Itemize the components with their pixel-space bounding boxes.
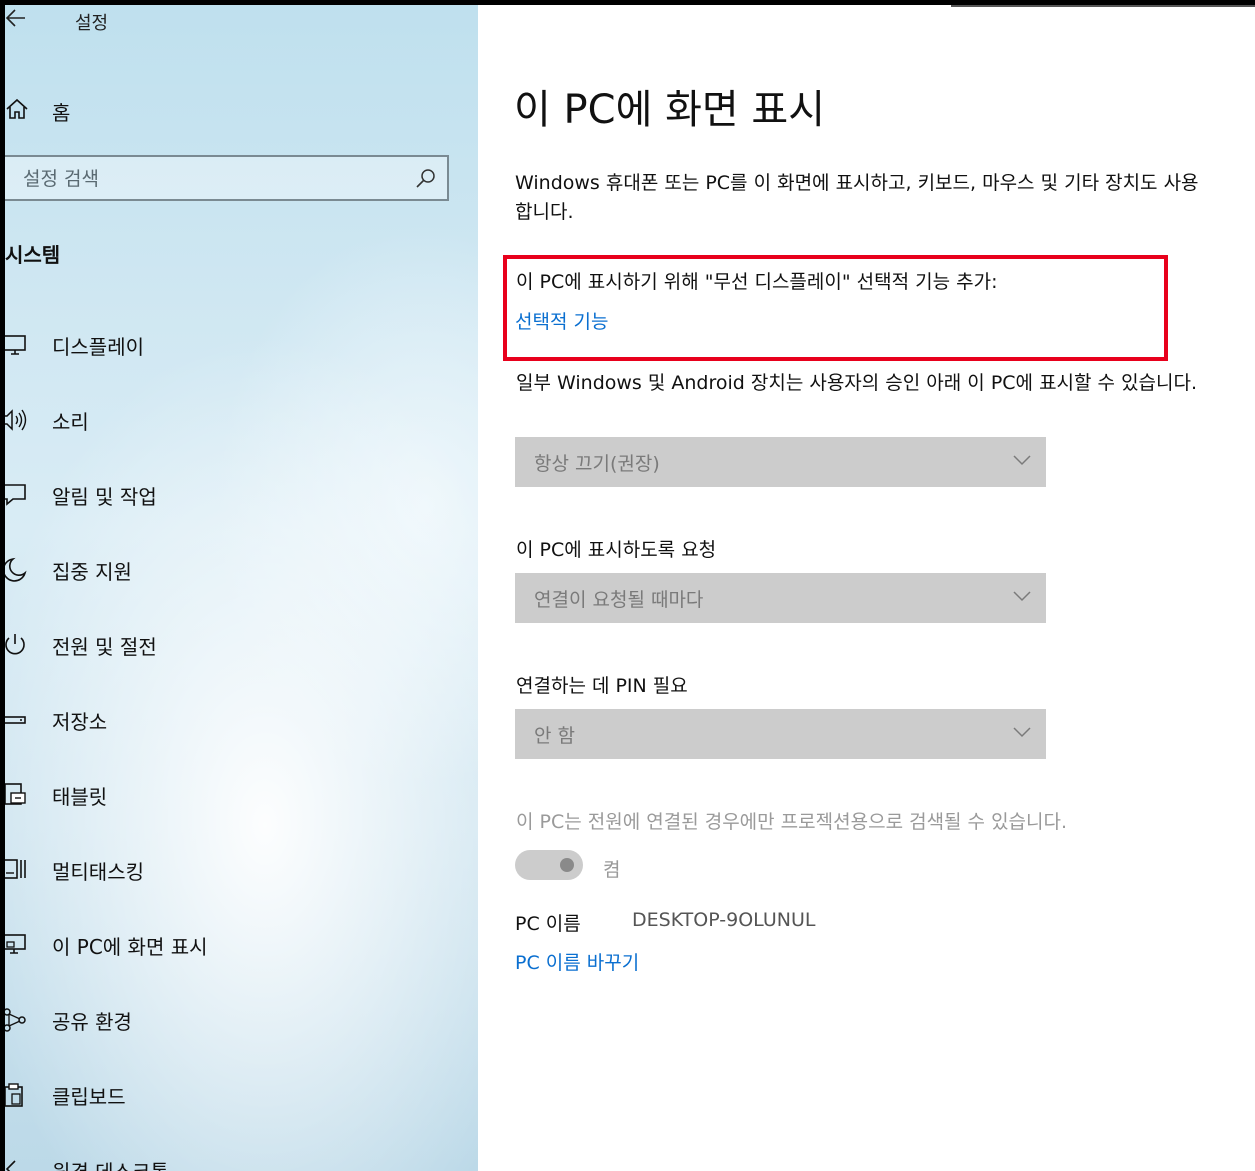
moon-icon [5,557,27,582]
optional-feature-text: 이 PC에 표시하기 위해 "무선 디스플레이" 선택적 기능 추가: [516,271,998,293]
sidebar-item-label: 알림 및 작업 [52,485,157,509]
dropdown-selected-value: 연결이 요청될 때마다 [534,589,704,611]
sidebar-item-notifications[interactable]: 알림 및 작업 [5,468,478,543]
pin-required-label: 연결하는 데 PIN 필요 [516,675,688,697]
search-icon[interactable] [415,167,437,189]
chevron-down-icon [1013,591,1031,602]
sidebar-item-label: 멀티태스킹 [52,860,144,884]
optional-features-link[interactable]: 선택적 기능 [515,307,608,334]
toggle-knob [560,858,574,872]
sidebar-item-label: 태블릿 [52,785,108,809]
home-icon [6,98,28,119]
monitor-icon [5,335,26,355]
sidebar-item-label: 소리 [52,410,89,434]
dropdown-selected-value: 항상 끄기(권장) [534,453,660,475]
sidebar-item-label: 디스플레이 [52,335,144,359]
tablet-icon [5,783,26,805]
sidebar-item-tablet[interactable]: 태블릿 [5,768,478,843]
pc-name-label: PC 이름 [515,913,581,935]
notification-icon [5,484,26,506]
main-content: 이 PC에 화면 표시 Windows 휴대폰 또는 PC를 이 화면에 표시하… [478,5,1255,1171]
sidebar-item-label: 전원 및 절전 [52,635,157,659]
page-description: Windows 휴대폰 또는 PC를 이 화면에 표시하고, 키보드, 마우스 … [515,172,1199,223]
page-title: 이 PC에 화면 표시 [514,87,825,133]
ask-to-project-label: 이 PC에 표시하도록 요청 [516,539,717,561]
sidebar-item-label: 집중 지원 [52,560,132,584]
chevron-down-icon [1013,455,1031,466]
power-projection-toggle[interactable] [515,850,583,880]
back-arrow-icon[interactable] [5,7,27,29]
speaker-icon [5,409,27,431]
dropdown-selected-value: 안 함 [534,725,575,747]
project-icon [5,934,26,954]
sidebar-item-label: 저장소 [52,710,108,734]
clipboard-icon [5,1083,23,1107]
pc-name-value: DESKTOP-9OLUNUL [632,909,816,931]
sidebar-item-project-to-pc[interactable]: 이 PC에 화면 표시 [5,918,478,993]
power-icon [5,634,25,655]
settings-window: 설정 홈 시스템 디스플레이 [5,5,1255,1171]
availability-dropdown[interactable]: 항상 끄기(권장) [515,437,1046,487]
window-top-border [951,5,1255,7]
search-box[interactable] [5,155,449,201]
home-label: 홈 [52,101,71,125]
sidebar-item-shared-experiences[interactable]: 공유 환경 [5,993,478,1068]
sidebar: 설정 홈 시스템 디스플레이 [5,5,478,1171]
sidebar-item-display[interactable]: 디스플레이 [5,318,478,393]
storage-icon [5,716,26,724]
search-input[interactable] [21,157,405,201]
chevron-down-icon [1013,727,1031,738]
rename-pc-link[interactable]: PC 이름 바꾸기 [515,948,639,975]
android-projection-text: 일부 Windows 및 Android 장치는 사용자의 승인 아래 이 PC… [516,372,1198,394]
sidebar-item-remote-desktop[interactable]: 원격 데스크톱 [5,1143,478,1171]
sidebar-item-power[interactable]: 전원 및 절전 [5,618,478,693]
toggle-state-label: 켬 [603,859,621,881]
sidebar-item-label: 클립보드 [52,1085,126,1109]
sidebar-item-storage[interactable]: 저장소 [5,693,478,768]
multitasking-icon [5,859,26,879]
sidebar-item-label: 이 PC에 화면 표시 [52,935,208,959]
section-title: 시스템 [5,243,61,267]
ask-to-project-dropdown[interactable]: 연결이 요청될 때마다 [515,573,1046,623]
sidebar-item-focus-assist[interactable]: 집중 지원 [5,543,478,618]
sidebar-item-clipboard[interactable]: 클립보드 [5,1068,478,1143]
sidebar-item-label: 공유 환경 [52,1010,132,1034]
sidebar-nav: 디스플레이 소리 알림 및 작업 집중 지원 전원 및 절전 저장소 태블릿 멀… [5,318,478,1171]
title-bar: 설정 [5,5,478,35]
power-projection-text: 이 PC는 전원에 연결된 경우에만 프로젝션용으로 검색될 수 있습니다. [516,811,1068,833]
sidebar-item-multitasking[interactable]: 멀티태스킹 [5,843,478,918]
pin-required-dropdown[interactable]: 안 함 [515,709,1046,759]
sidebar-item-label: 원격 데스크톱 [52,1156,169,1171]
sidebar-item-sound[interactable]: 소리 [5,393,478,468]
home-nav-item[interactable]: 홈 [5,89,478,129]
app-title: 설정 [75,13,109,34]
remote-desktop-icon [5,1160,16,1171]
share-icon [5,1008,26,1032]
